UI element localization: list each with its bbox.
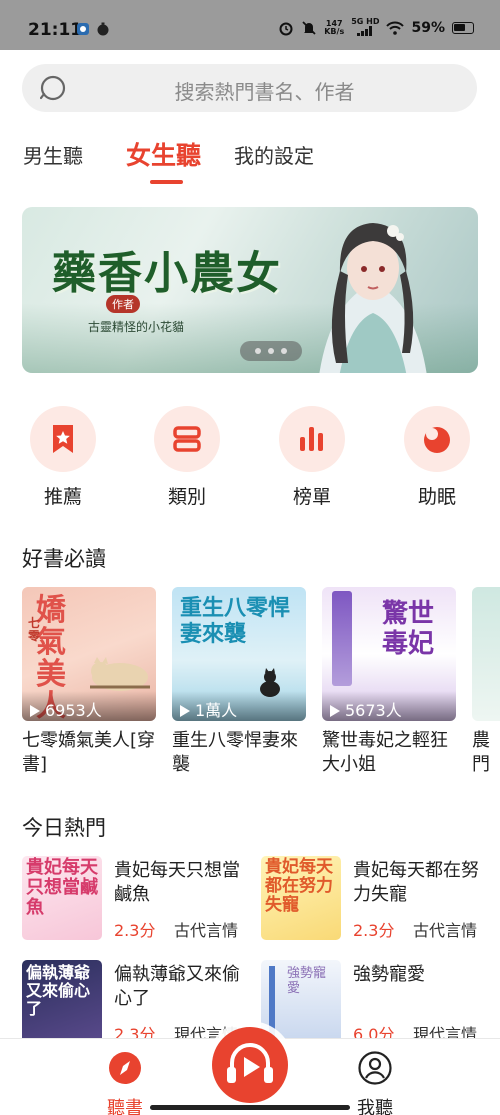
hot-book-item[interactable]: 貴妃每天都在努力失寵 貴妃每天都在努力失寵 2.3分 古代言情 <box>261 856 491 942</box>
timer-icon <box>97 22 109 36</box>
search-placeholder: 搜索熱門書名、作者 <box>174 80 355 104</box>
book-name: 七零嬌氣美人[穿書] <box>22 730 156 775</box>
hot-book-title: 強勢寵愛 <box>353 964 425 985</box>
nav-label: 聽書 <box>107 1098 143 1115</box>
category-label: 榜單 <box>292 486 331 508</box>
compass-icon <box>109 1052 141 1084</box>
banner-author: 古靈精怪的小花貓 <box>88 320 185 334</box>
signal-bars-icon <box>357 26 373 36</box>
tab-female-listen[interactable]: 女生聽 <box>126 136 201 172</box>
tab-indicator <box>150 180 183 184</box>
category-label: 類別 <box>167 486 206 508</box>
hot-book-title: 貴妃每天都在努力失寵 <box>353 860 479 905</box>
hot-book-genre: 古代言情 <box>413 921 478 940</box>
play-icon <box>30 705 40 717</box>
home-indicator <box>150 1105 350 1110</box>
promo-banner[interactable]: 藥香小農女 作者 古靈精怪的小花貓 <box>22 207 478 373</box>
cover-side-text: 七零 <box>28 616 41 643</box>
listen-count: 5673人 <box>322 691 456 721</box>
category-label: 推薦 <box>43 486 82 508</box>
book-cover: 驚世毒妃 5673人 <box>322 587 456 721</box>
category-charts[interactable]: 榜單 <box>277 406 347 509</box>
nav-listen-books[interactable]: 聽書 <box>95 1051 155 1115</box>
tab-male-listen[interactable]: 男生聽 <box>23 140 83 169</box>
status-indicators: 147 KB/s 5G HD 59% <box>278 18 474 38</box>
hot-book-score: 2.3分 <box>353 921 395 940</box>
chart-bars-icon <box>300 427 323 451</box>
status-bar: 21:11 147 KB/s 5G HD 59% <box>0 0 500 50</box>
play-icon <box>180 705 190 717</box>
book-cover <box>472 587 500 721</box>
headphones-play-icon <box>227 1043 273 1083</box>
banner-character-illustration <box>319 223 427 373</box>
hot-book-title: 貴妃每天只想當鹹魚 <box>114 860 240 905</box>
category-icon <box>173 426 201 452</box>
alarm-icon <box>279 22 293 36</box>
signal-indicator: 5G HD <box>351 18 379 38</box>
book-card-partial[interactable]: 農門 <box>472 587 500 777</box>
section-title-must-read: 好書必讀 <box>22 547 106 571</box>
book-name: 重生八零悍妻來襲 <box>172 730 298 775</box>
book-card[interactable]: 驚世毒妃 5673人 驚世毒妃之輕狂大小姐 <box>322 587 456 777</box>
category-types[interactable]: 類別 <box>152 406 222 509</box>
hot-book-item[interactable]: 貴妃每天只想當鹹魚 貴妃每天只想當鹹魚 2.3分 古代言情 <box>22 856 252 942</box>
hot-book-cover: 貴妃每天只想當鹹魚 <box>22 856 102 940</box>
bookmark-star-icon <box>53 425 73 453</box>
nav-label: 我聽 <box>357 1098 393 1115</box>
category-label: 助眠 <box>417 486 456 508</box>
book-card[interactable]: 重生八零悍妻來襲 1萬人 重生八零悍妻來襲 <box>172 587 306 777</box>
book-name: 驚世毒妃之輕狂大小姐 <box>322 730 448 775</box>
mute-icon <box>302 21 316 35</box>
category-recommend[interactable]: 推薦 <box>28 406 98 509</box>
cover-title-text: 驚世毒妃 <box>382 599 435 659</box>
cover-title-text: 重生八零悍妻來襲 <box>180 595 291 647</box>
cover-cat-illustration <box>90 657 150 691</box>
tab-my-settings[interactable]: 我的設定 <box>234 140 314 169</box>
player-button[interactable] <box>212 1027 288 1103</box>
moon-icon <box>424 427 450 453</box>
book-card[interactable]: 嬌氣美人 七零 6953人 七零嬌氣美人[穿書] <box>22 587 156 777</box>
app-notification-icon <box>77 23 89 35</box>
wifi-icon <box>386 21 405 35</box>
search-bar[interactable]: 搜索熱門書名、作者 <box>22 64 477 112</box>
hot-book-cover: 偏執薄爺又來偷心了 <box>22 960 102 1044</box>
banner-title: 藥香小農女 <box>52 248 282 299</box>
net-speed: 147 KB/s <box>324 19 345 36</box>
book-cover: 重生八零悍妻來襲 1萬人 <box>172 587 306 721</box>
book-name: 農門 <box>472 730 490 775</box>
hot-book-cover: 貴妃每天都在努力失寵 <box>261 856 341 940</box>
section-title-today-hot: 今日熱門 <box>22 816 106 840</box>
book-cover: 嬌氣美人 七零 6953人 <box>22 587 156 721</box>
battery-icon <box>452 22 474 34</box>
hot-book-genre: 古代言情 <box>174 921 239 940</box>
hot-book-score: 2.3分 <box>114 921 156 940</box>
play-icon <box>330 705 340 717</box>
nav-my-listen[interactable]: 我聽 <box>345 1051 405 1115</box>
hot-book-item[interactable]: 強勢寵愛 強勢寵愛 6.0分 現代言情 <box>261 960 491 1046</box>
banner-pager[interactable] <box>240 341 302 361</box>
user-icon <box>358 1051 392 1085</box>
status-time: 21:11 <box>28 20 83 40</box>
listen-count: 1萬人 <box>172 691 306 721</box>
banner-author-tag: 作者 <box>106 295 140 313</box>
listen-count: 6953人 <box>22 691 156 721</box>
battery-percent: 59% <box>411 20 445 36</box>
category-sleep[interactable]: 助眠 <box>402 406 472 509</box>
hot-book-title: 偏執薄爺又來偷心了 <box>114 964 240 1009</box>
